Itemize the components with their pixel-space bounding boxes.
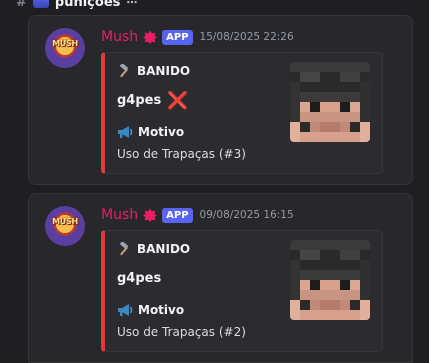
player-name: g4pes	[117, 93, 162, 108]
message-header: Mush APP 15/08/2025 22:26	[101, 28, 294, 46]
embed-title: BANIDO	[117, 63, 191, 78]
flower-icon	[143, 208, 158, 222]
avatar-logo-text: MUSH	[52, 39, 78, 48]
app-badge: APP	[162, 29, 193, 45]
embed-player: g4pes	[117, 271, 161, 286]
embed-field-value: Uso de Trapaças (#2)	[117, 325, 246, 339]
embed-field-label: Motivo	[138, 303, 185, 317]
flower-icon	[143, 30, 158, 44]
embed-field-value: Uso de Trapaças (#3)	[117, 147, 246, 161]
embed: BANIDO g4pes Motivo Uso de Trapaças (#2)	[101, 230, 383, 352]
embed-player: g4pes ❌	[117, 90, 189, 111]
channel-emoji-icon	[32, 0, 49, 8]
avatar[interactable]: MUSH	[45, 206, 85, 246]
channel-name[interactable]: punições	[55, 0, 120, 10]
embed-title-text: BANIDO	[137, 64, 191, 78]
timestamp[interactable]: 09/08/2025 16:15	[200, 209, 294, 221]
player-skin-thumbnail[interactable]	[290, 240, 370, 320]
channel-extra: ⋯	[126, 0, 138, 9]
x-icon: ❌	[167, 90, 189, 111]
embed: BANIDO g4pes ❌ Motivo Uso de Trapaças (#…	[101, 52, 383, 174]
hammer-icon	[117, 241, 131, 256]
megaphone-icon	[117, 303, 133, 317]
embed-field-label: Motivo	[138, 125, 185, 139]
embed-field-name: Motivo	[117, 303, 184, 317]
embed-title: BANIDO	[117, 241, 191, 256]
channel-header: # punições ⋯	[0, 0, 429, 12]
timestamp[interactable]: 15/08/2025 22:26	[200, 31, 294, 43]
hammer-icon	[117, 63, 131, 78]
player-skin-thumbnail[interactable]	[290, 62, 370, 142]
channel-hash-icon: #	[16, 0, 27, 10]
author-name[interactable]: Mush	[101, 29, 138, 45]
avatar-logo-text: MUSH	[52, 217, 78, 226]
avatar[interactable]: MUSH	[45, 28, 85, 68]
player-name: g4pes	[117, 271, 162, 286]
embed-title-text: BANIDO	[137, 242, 191, 256]
message-header: Mush APP 09/08/2025 16:15	[101, 206, 294, 224]
embed-field-name: Motivo	[117, 125, 184, 139]
message-card[interactable]: MUSH Mush APP 15/08/2025 22:26 BANIDO g4…	[28, 15, 413, 185]
app-badge: APP	[162, 207, 193, 223]
message-card[interactable]: MUSH Mush APP 09/08/2025 16:15 BANIDO g4…	[28, 193, 413, 363]
author-name[interactable]: Mush	[101, 207, 138, 223]
megaphone-icon	[117, 125, 133, 139]
